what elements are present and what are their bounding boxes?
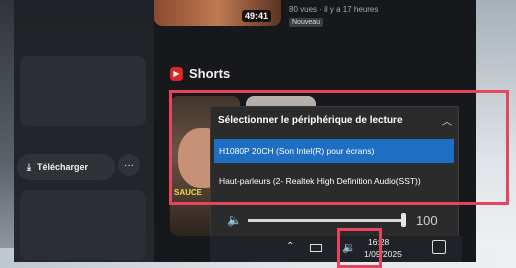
highlight-box-flyout [169,90,509,205]
notification-icon[interactable] [432,240,446,254]
recommended-card[interactable] [20,56,146,126]
battery-icon[interactable] [310,244,322,252]
new-badge: Nouveau [289,18,324,27]
video-duration: 49:41 [242,10,272,22]
volume-value: 100 [415,212,438,228]
volume-slider[interactable] [247,212,406,227]
speaker-icon[interactable]: 🔈 [227,213,242,227]
volume-row: 🔈 100 [227,210,457,230]
recommended-card[interactable] [20,190,146,260]
show-hidden-icons-chevron-icon[interactable]: ⌃ [286,241,294,252]
download-button[interactable]: ⤓ Télécharger [17,154,115,180]
download-label: Télécharger [36,162,89,172]
shorts-title: Shorts [189,66,231,81]
shorts-header: ▶ Shorts [170,66,230,81]
taskbar: ⌃ 🔉 16:28 1/09/2025 [210,236,462,262]
volume-fill [247,218,404,222]
download-icon: ⤓ [27,161,31,172]
video-sidebar-panel [14,0,154,262]
more-icon: ··· [124,159,134,171]
volume-thumb[interactable] [400,212,406,227]
highlight-box-volume-icon [337,228,382,268]
shorts-logo-icon: ▶ [170,66,183,81]
video-meta: 80 vues · il y a 17 heures [289,5,379,14]
more-options-button[interactable]: ··· [118,154,140,176]
photo-background-left [0,0,14,268]
